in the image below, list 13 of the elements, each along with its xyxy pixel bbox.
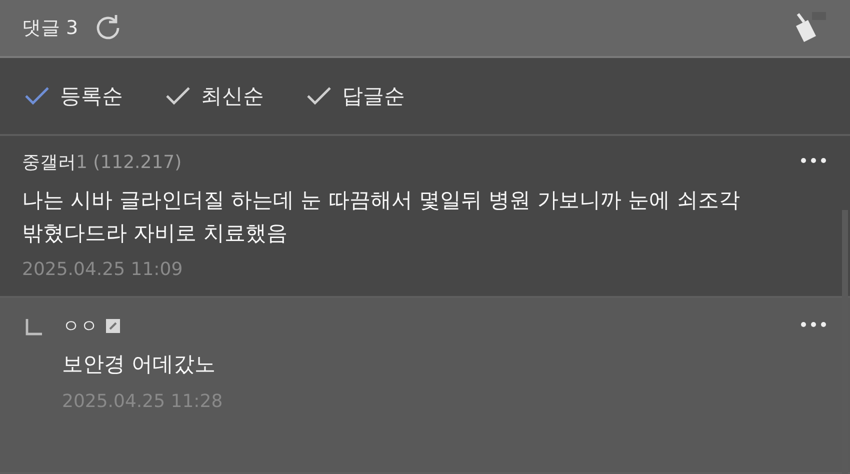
sort-tab[interactable]: 답글순 xyxy=(306,82,405,110)
more-options-button[interactable] xyxy=(801,322,826,328)
author-ip: 1 (112.217) xyxy=(76,152,182,172)
nickname-badge-icon xyxy=(106,319,120,334)
comment-text: 나는 시바 글라인더질 하는데 눈 따끔해서 몇일뒤 병원 가보니까 눈에 쇠조각 밖혔다드라 자비로 치료했음 xyxy=(22,187,741,247)
sort-tab[interactable]: 등록순 xyxy=(24,82,123,110)
sort-tab[interactable]: 최신순 xyxy=(165,82,264,110)
comment-author: ㅇㅇ xyxy=(62,315,98,338)
comment-date: 2025.04.25 11:09 xyxy=(22,259,184,280)
comment-text: 보안경 어데갔노 xyxy=(62,351,217,378)
more-options-button[interactable] xyxy=(801,158,826,163)
comment-author: 중갤러 xyxy=(22,151,76,174)
comment-count: 댓글 3 xyxy=(22,16,78,41)
